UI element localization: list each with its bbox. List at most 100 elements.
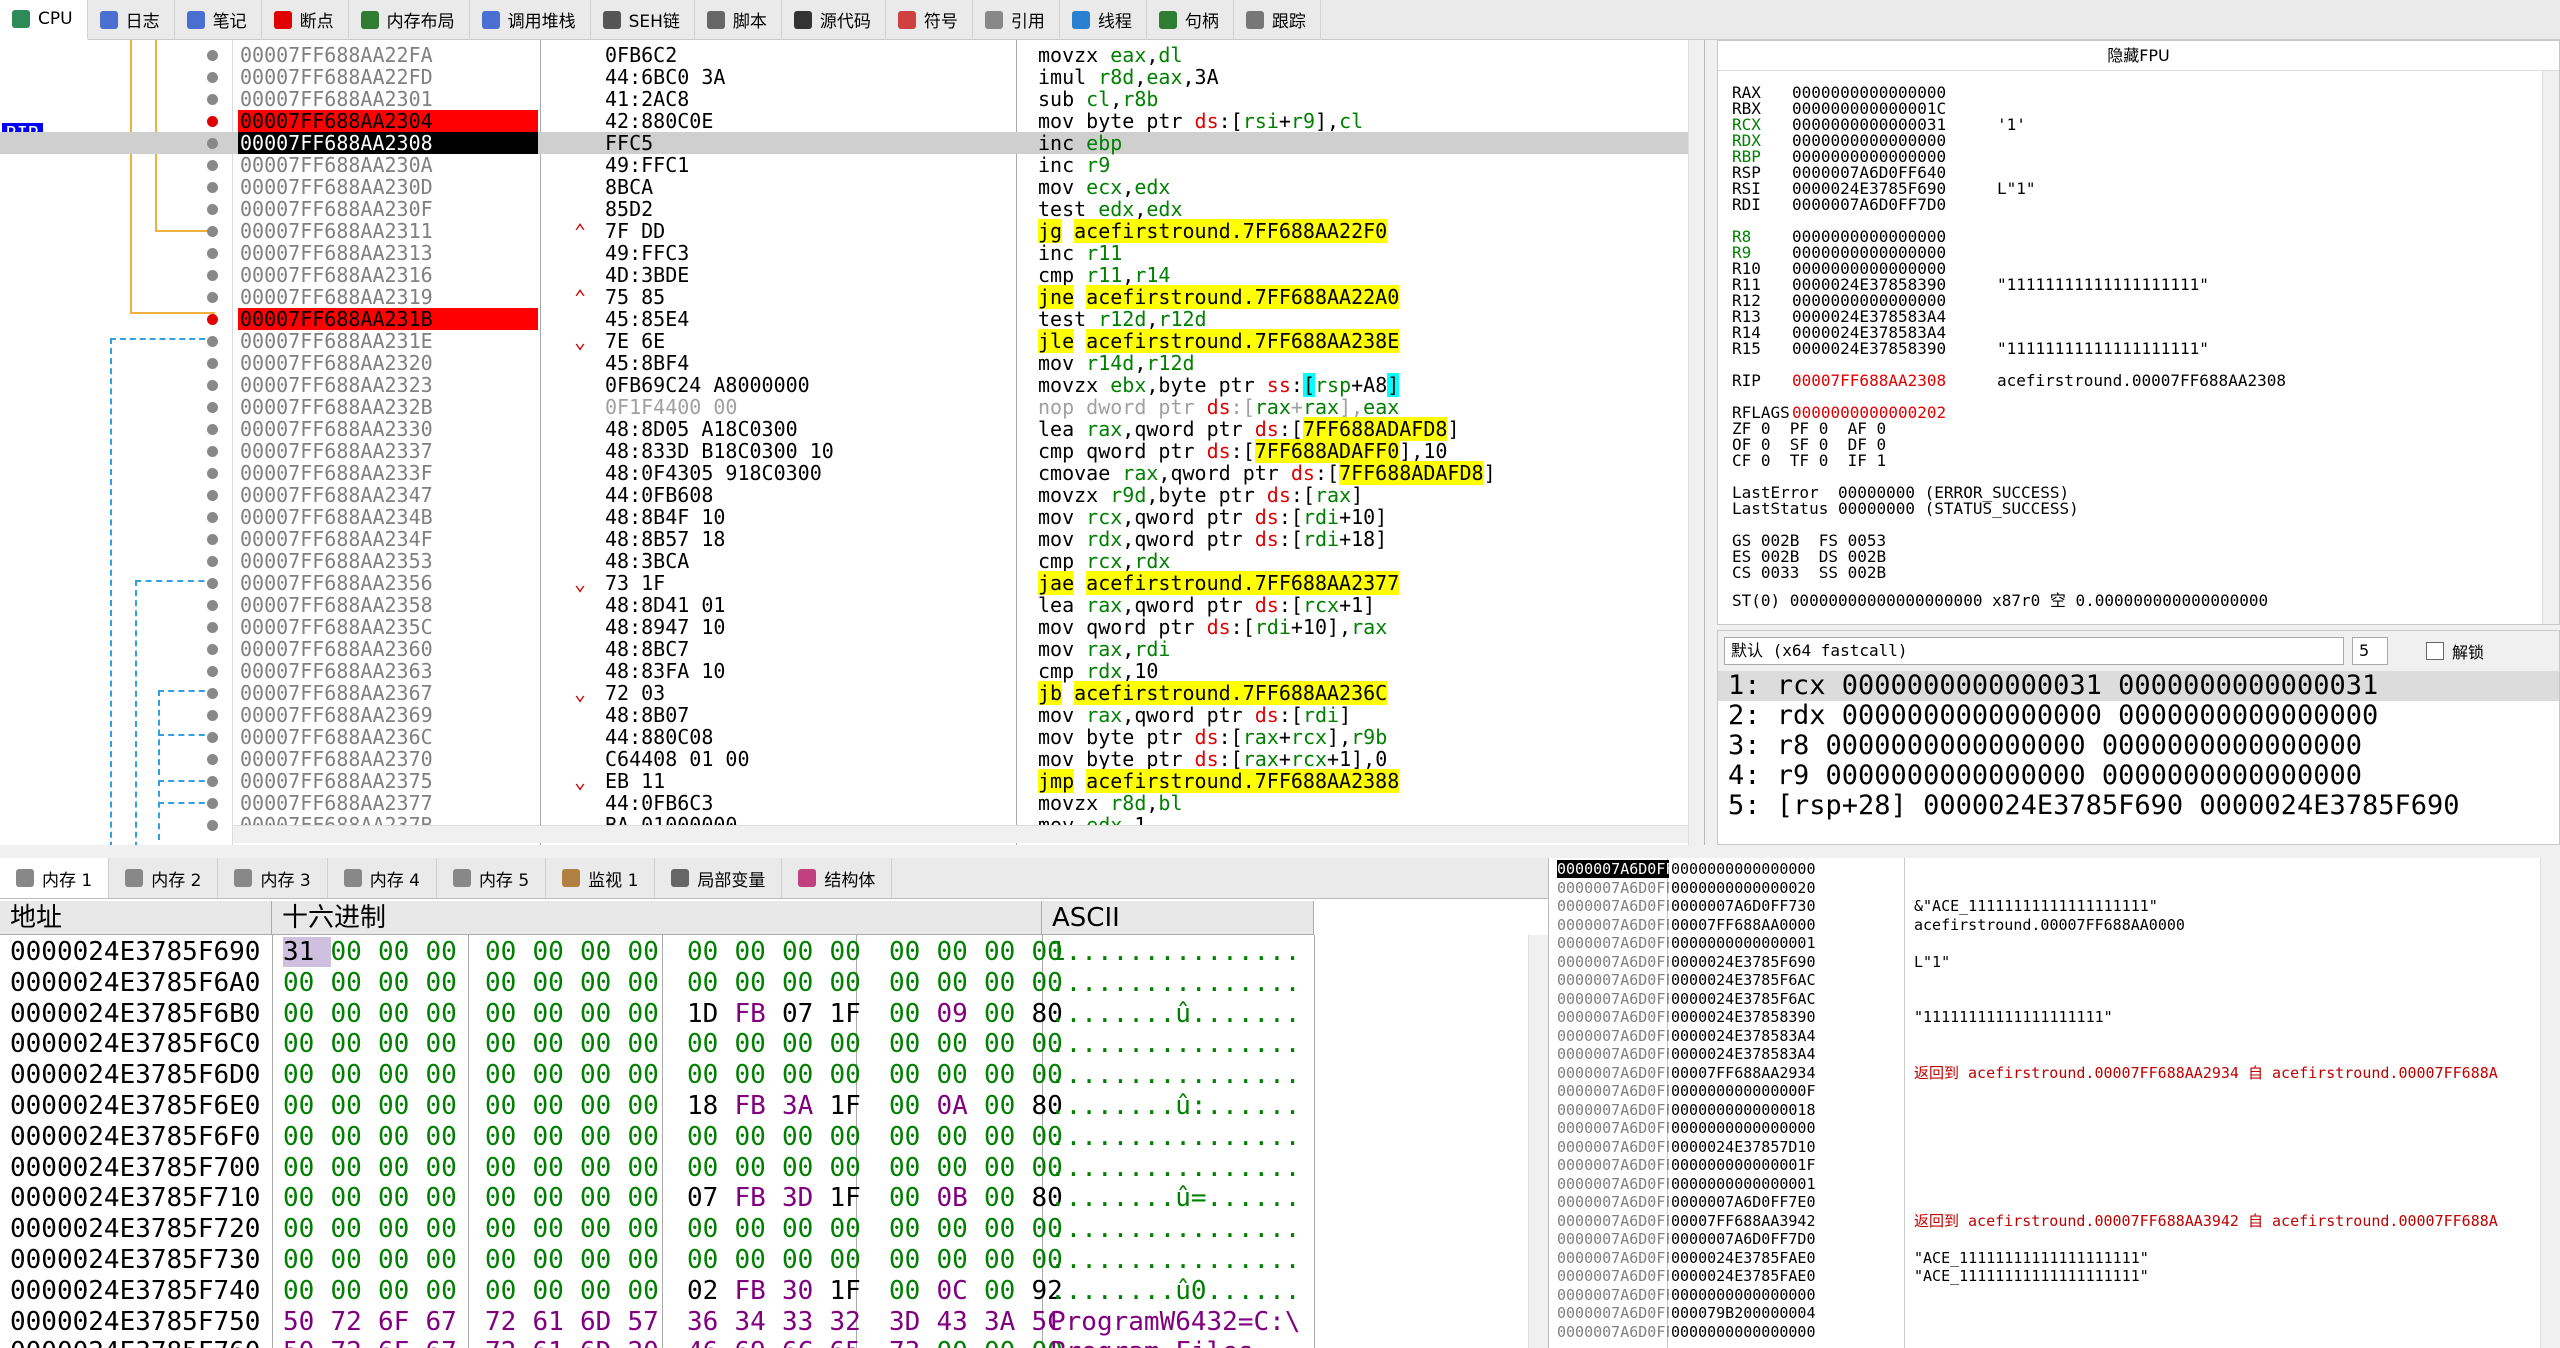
hex-byte[interactable]: 00	[485, 1091, 533, 1121]
hex-byte[interactable]: 20	[628, 1337, 676, 1348]
breakpoint-dot[interactable]	[207, 182, 218, 193]
dump-header-hex[interactable]: 十六进制	[272, 901, 1042, 935]
hex-byte[interactable]: 00	[485, 1183, 533, 1213]
hex-byte[interactable]: 6C	[782, 1337, 830, 1348]
hex-byte[interactable]: 00	[830, 1029, 878, 1059]
disasm-row[interactable]: 00007FF688AA233F 48:0F4305 918C0300 cmovae…	[0, 461, 1690, 485]
breakpoint-dot[interactable]	[207, 820, 218, 831]
hex-byte[interactable]: 00	[485, 999, 533, 1029]
hex-byte[interactable]: 00	[426, 1214, 474, 1244]
call-arg-line[interactable]: 2: rdx 0000000000000000 0000000000000000	[1718, 701, 2559, 731]
hex-byte[interactable]: 00	[628, 1214, 676, 1244]
hex-byte[interactable]: 00	[782, 1214, 830, 1244]
hex-byte[interactable]: 00	[735, 1029, 783, 1059]
hex-byte[interactable]: 00	[426, 999, 474, 1029]
hex-byte[interactable]: 00	[735, 1153, 783, 1183]
hex-byte[interactable]: 00	[283, 999, 331, 1029]
register-row[interactable]: RIP 00007FF688AA2308 acefirstround.00007FF…	[1732, 373, 2286, 389]
disasm-row[interactable]: 00007FF688AA2323 0FB69C24 A8000000 movzx e…	[0, 373, 1690, 397]
dump-row[interactable]: 0000024E3785F690 31 00 00 00 00 00 00 00 00 00 00 00…	[0, 937, 1320, 967]
hex-byte[interactable]: 00	[426, 937, 474, 967]
stack-row[interactable]: 0000007A6D0FF6C0000000000000001F	[1549, 1156, 2539, 1174]
hex-byte[interactable]: 3D	[889, 1307, 937, 1337]
hex-byte[interactable]: 00	[283, 1153, 331, 1183]
hex-byte[interactable]: 00	[687, 1029, 735, 1059]
registers-vscrollbar[interactable]	[2542, 71, 2559, 624]
hex-byte[interactable]: 00	[485, 1276, 533, 1306]
stack-row[interactable]: 0000007A6D0FF65800007FF688AA0000 acefirst…	[1549, 916, 2539, 934]
breakpoint-dot[interactable]	[207, 732, 218, 743]
disasm-row[interactable]: 00007FF688AA2313 49:FFC3 inc r11	[0, 242, 1690, 264]
dump-tab[interactable]: 内存 3	[218, 858, 328, 898]
hex-byte[interactable]: 00	[889, 937, 937, 967]
hex-byte[interactable]: 00	[889, 1276, 937, 1306]
hex-byte[interactable]: 00	[580, 1153, 628, 1183]
hex-byte[interactable]: 31	[283, 937, 331, 967]
stack-row[interactable]: 0000007A6D0FF6700000024E3785F6AC	[1549, 971, 2539, 989]
hex-byte[interactable]: 67	[426, 1307, 474, 1337]
disasm-row[interactable]: 00007FF688AA2319 ⌃ 75 85 jne acefirstround.…	[0, 285, 1690, 309]
hex-byte[interactable]: 00	[485, 1214, 533, 1244]
hex-byte[interactable]: 00	[782, 937, 830, 967]
tab-notes[interactable]: 笔记	[175, 0, 262, 40]
hex-byte[interactable]: 00	[580, 1214, 628, 1244]
hex-byte[interactable]: 3D	[782, 1183, 830, 1213]
call-arg-line[interactable]: 3: r8 0000000000000000 0000000000000000	[1718, 731, 2559, 761]
tab-trace[interactable]: 跟踪	[1234, 0, 1321, 40]
hex-byte[interactable]: 00	[937, 1060, 985, 1090]
hex-byte[interactable]: 00	[283, 1245, 331, 1275]
hex-byte[interactable]: 09	[937, 999, 985, 1029]
hex-byte[interactable]: 00	[533, 1183, 581, 1213]
hex-byte[interactable]: 00	[984, 1060, 1032, 1090]
hex-byte[interactable]: 00	[628, 999, 676, 1029]
disasm-row[interactable]: 00007FF688AA2375 ⌄ EB 11 jmp acefirstround.…	[0, 769, 1690, 793]
stack-row[interactable]: 0000007A6D0FF6E00000007A6D0FF7D0	[1549, 1230, 2539, 1248]
hex-byte[interactable]: 00	[782, 968, 830, 998]
hex-byte[interactable]: 00	[628, 968, 676, 998]
hex-byte[interactable]: 00	[628, 1153, 676, 1183]
dump-tab[interactable]: 内存 2	[109, 858, 219, 898]
stack-row[interactable]: 0000007A6D0FF700000079B200000004	[1549, 1304, 2539, 1322]
hex-byte[interactable]: 00	[937, 1122, 985, 1152]
hex-byte[interactable]: 00	[426, 968, 474, 998]
hex-byte[interactable]: 00	[426, 1153, 474, 1183]
dump-tab[interactable]: 局部变量	[655, 858, 783, 898]
hex-byte[interactable]: 00	[937, 968, 985, 998]
hex-byte[interactable]: 00	[331, 1153, 379, 1183]
hex-byte[interactable]: 00	[782, 1122, 830, 1152]
disasm-row[interactable]: 00007FF688AA234F 48:8B57 18 mov rdx,qword …	[0, 528, 1690, 550]
hex-byte[interactable]: 00	[378, 1276, 426, 1306]
tab-log[interactable]: 日志	[88, 0, 175, 40]
stack-row[interactable]: 0000007A6D0FF6C80000000000000001	[1549, 1175, 2539, 1193]
hex-byte[interactable]: 00	[580, 1245, 628, 1275]
disasm-row[interactable]: 00007FF688AA2370 C64408 01 00 mov byte ptr…	[0, 748, 1690, 770]
hex-byte[interactable]: 00	[580, 1029, 628, 1059]
hex-byte[interactable]: 00	[283, 968, 331, 998]
hex-byte[interactable]: 00	[331, 937, 379, 967]
breakpoint-dot[interactable]	[207, 50, 218, 61]
hex-byte[interactable]: 00	[331, 1245, 379, 1275]
breakpoint-dot[interactable]	[207, 600, 218, 611]
hex-byte[interactable]: 00	[331, 1060, 379, 1090]
hex-byte[interactable]: 00	[628, 1091, 676, 1121]
hex-byte[interactable]: 72	[331, 1307, 379, 1337]
dump-row[interactable]: 0000024E3785F6E0 00 00 00 00 00 00 00 00 18 FB 3A 1F…	[0, 1091, 1320, 1121]
hex-byte[interactable]: 00	[580, 1091, 628, 1121]
dump-header-ascii[interactable]: ASCII	[1042, 901, 1314, 935]
disasm-row[interactable]: 00007FF688AA230F 85D2 test edx,edx	[0, 198, 1690, 220]
hex-byte[interactable]: 00	[735, 1060, 783, 1090]
hex-byte[interactable]: 00	[485, 937, 533, 967]
hex-byte[interactable]: 00	[378, 968, 426, 998]
dump-row[interactable]: 0000024E3785F740 00 00 00 00 00 00 00 00 02 FB 30 1F…	[0, 1276, 1320, 1306]
hex-byte[interactable]: 00	[889, 1183, 937, 1213]
hex-byte[interactable]: 00	[889, 968, 937, 998]
stack-row[interactable]: 0000007A6D0FF6D800007FF688AA3942 返回到 acef…	[1549, 1212, 2539, 1230]
disasm-row[interactable]: 00007FF688AA2363 48:83FA 10 cmp rdx,10	[0, 660, 1690, 682]
hex-byte[interactable]: 00	[830, 1245, 878, 1275]
breakpoint-dot[interactable]	[207, 226, 218, 237]
hex-byte[interactable]: 00	[984, 1183, 1032, 1213]
hex-byte[interactable]: 00	[687, 1153, 735, 1183]
hex-byte[interactable]: 00	[628, 1245, 676, 1275]
hex-byte[interactable]: 00	[283, 1122, 331, 1152]
hex-byte[interactable]: 00	[984, 937, 1032, 967]
